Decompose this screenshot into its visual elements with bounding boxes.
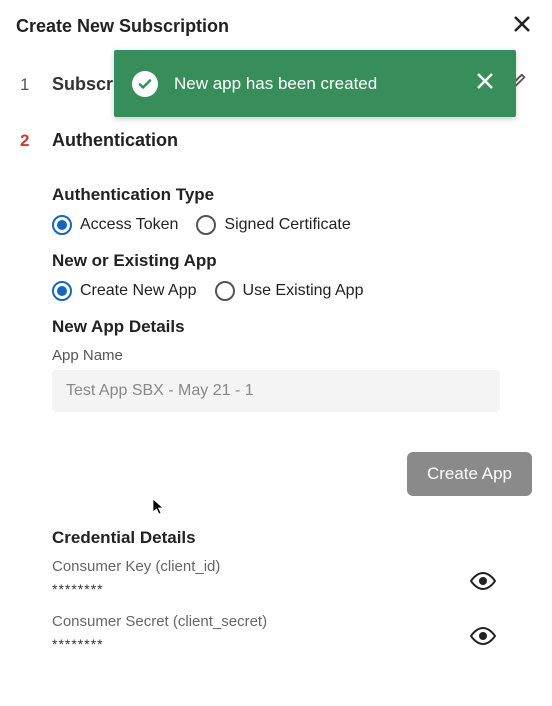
new-app-details-title: New App Details (52, 317, 500, 337)
check-circle-icon (132, 71, 158, 97)
eye-icon (470, 572, 496, 590)
create-app-button[interactable]: Create App (407, 452, 532, 496)
radio-unselected-icon (215, 281, 235, 301)
radio-access-token-label: Access Token (80, 216, 178, 234)
auth-type-title: Authentication Type (52, 185, 500, 205)
close-dialog-button[interactable] (508, 10, 536, 43)
eye-icon (470, 627, 496, 645)
step-1-number: 1 (20, 75, 38, 95)
success-toast: New app has been created (114, 50, 516, 117)
radio-access-token[interactable]: Access Token (52, 215, 178, 235)
credential-details-title: Credential Details (52, 528, 500, 548)
radio-signed-cert[interactable]: Signed Certificate (196, 215, 350, 235)
toast-message: New app has been created (174, 74, 456, 94)
toast-close-button[interactable] (472, 68, 498, 99)
dialog-title: Create New Subscription (16, 16, 229, 37)
close-icon (476, 72, 494, 90)
radio-signed-cert-label: Signed Certificate (224, 216, 350, 234)
consumer-key-value: ******** (52, 581, 466, 597)
app-mode-title: New or Existing App (52, 251, 500, 271)
radio-create-new-label: Create New App (80, 282, 197, 300)
radio-create-new-app[interactable]: Create New App (52, 281, 197, 301)
radio-use-existing-label: Use Existing App (243, 282, 364, 300)
radio-use-existing-app[interactable]: Use Existing App (215, 281, 364, 301)
step-2-row: 2 Authentication (0, 116, 552, 165)
step-2-number: 2 (20, 131, 38, 151)
radio-unselected-icon (196, 215, 216, 235)
step-2-label: Authentication (52, 130, 178, 151)
app-name-input[interactable] (52, 370, 500, 412)
radio-selected-icon (52, 281, 72, 301)
close-icon (512, 14, 532, 34)
app-name-label: App Name (52, 347, 500, 364)
radio-selected-icon (52, 215, 72, 235)
consumer-secret-value: ******** (52, 636, 466, 652)
consumer-key-label: Consumer Key (client_id) (52, 558, 466, 575)
consumer-secret-label: Consumer Secret (client_secret) (52, 613, 466, 630)
reveal-consumer-secret-button[interactable] (466, 623, 500, 654)
reveal-consumer-key-button[interactable] (466, 568, 500, 599)
